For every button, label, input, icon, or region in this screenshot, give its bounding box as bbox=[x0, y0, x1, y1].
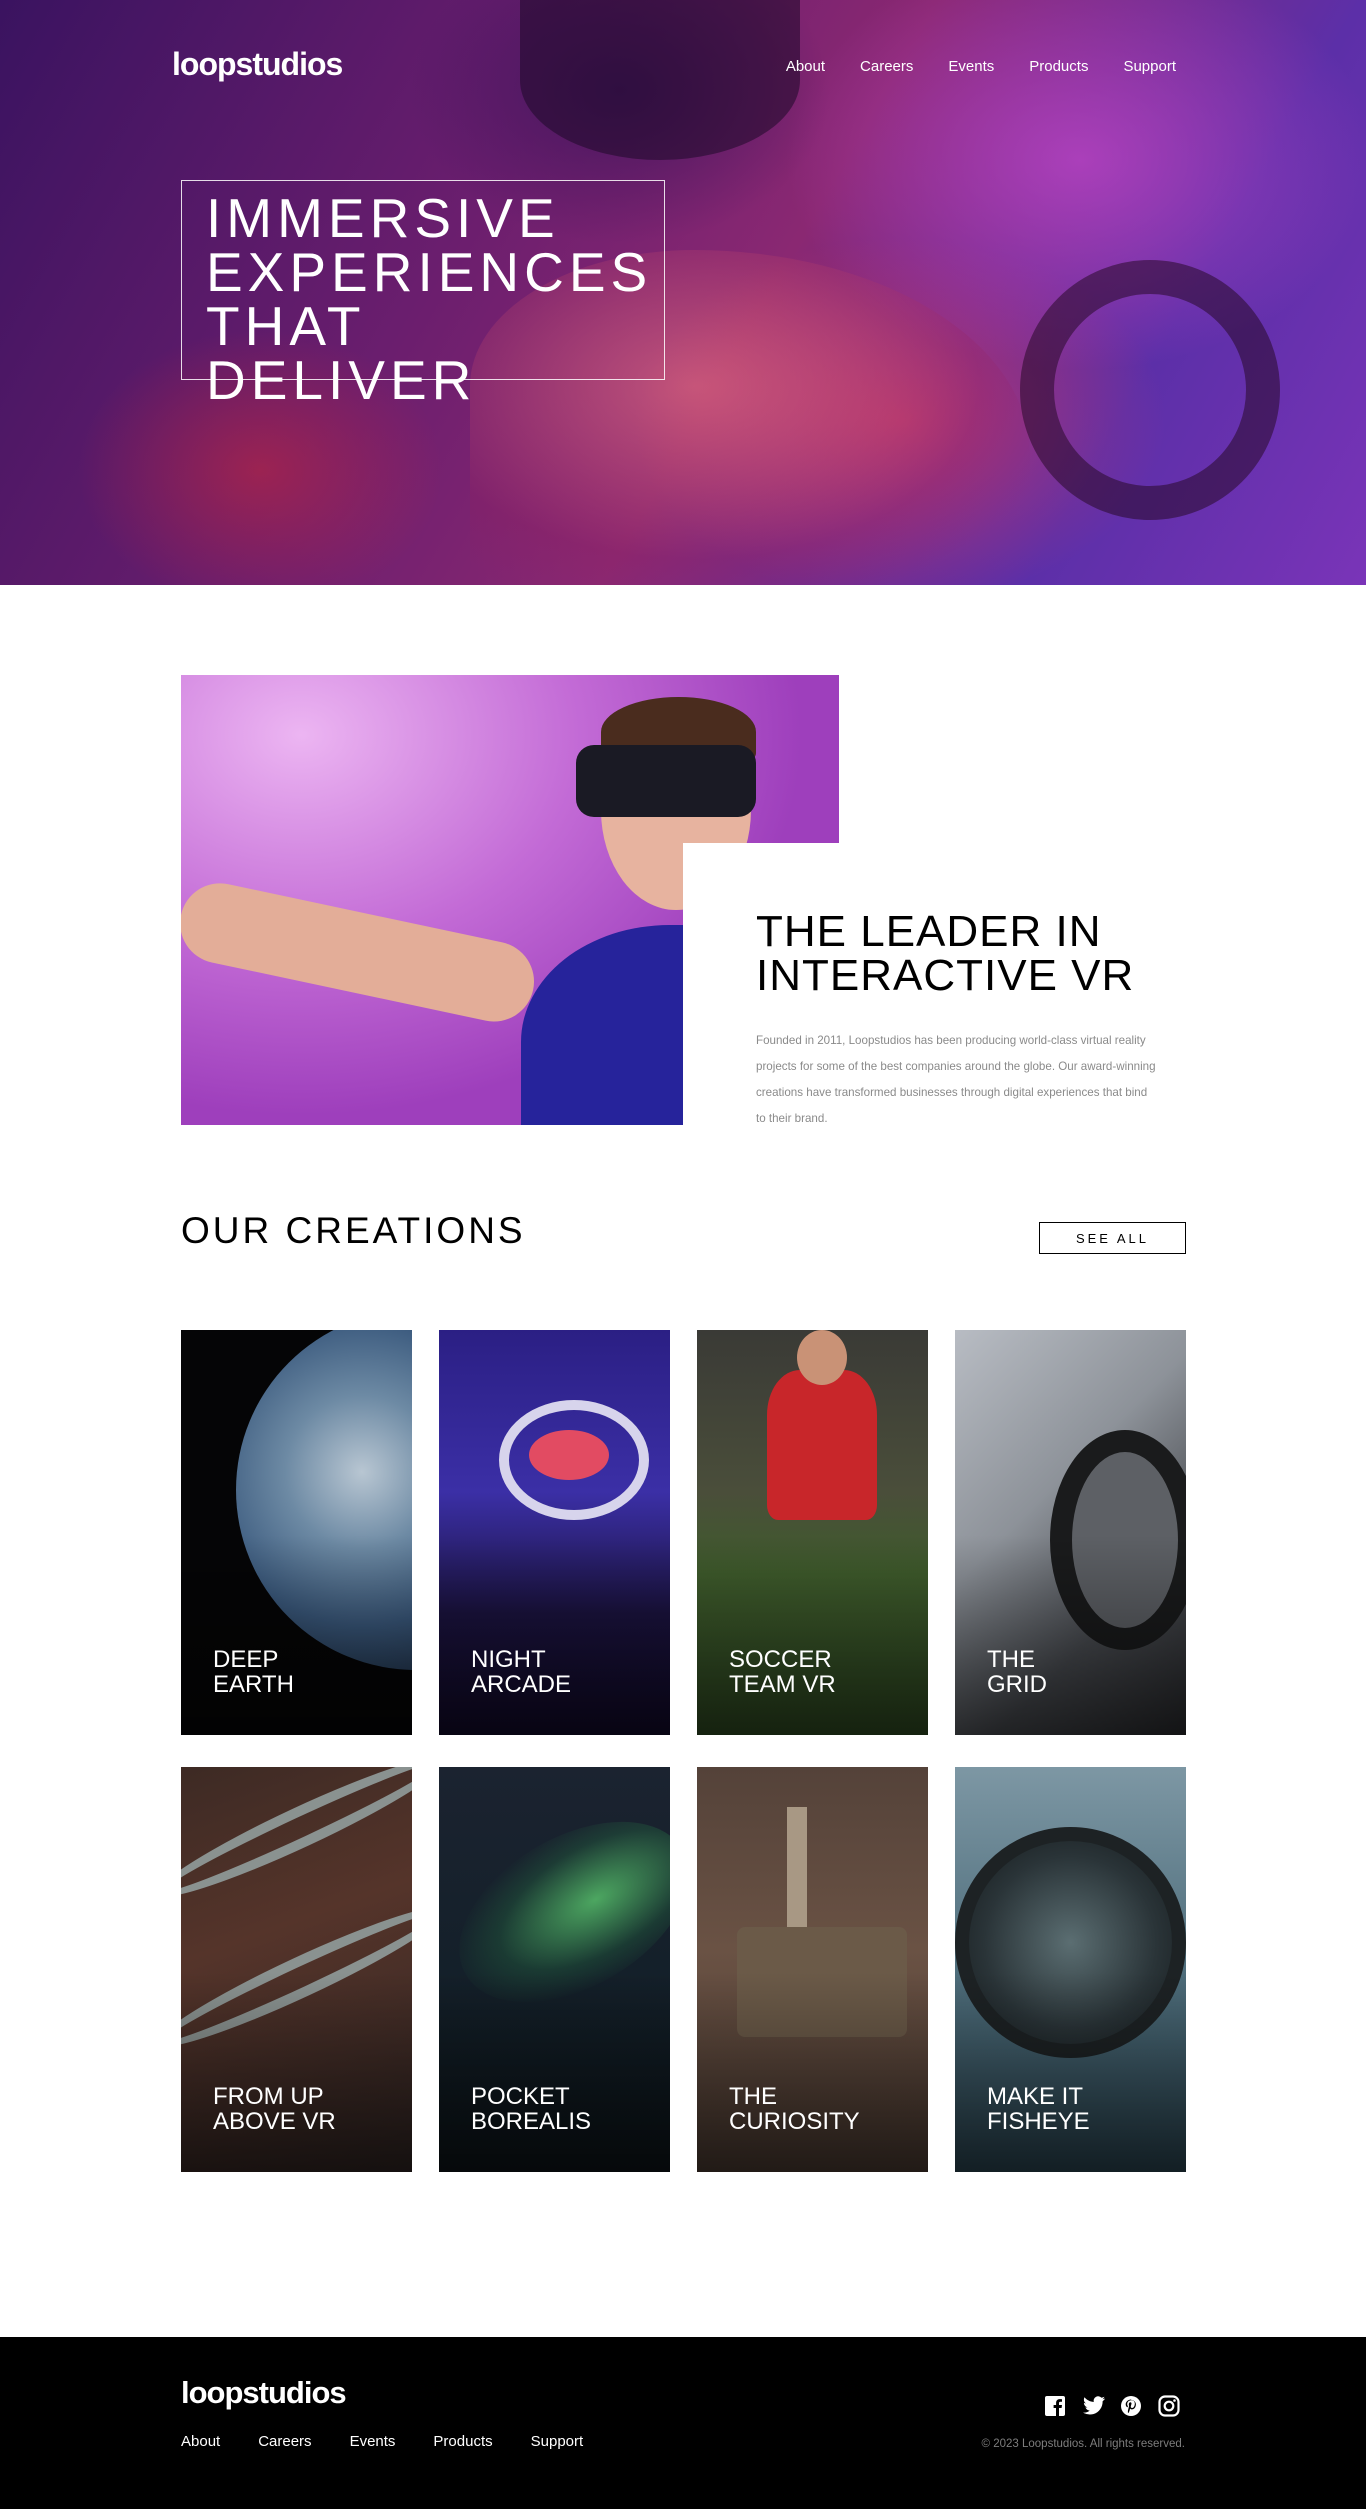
twitter-icon[interactable] bbox=[1082, 2395, 1105, 2417]
card-image bbox=[787, 1807, 807, 1937]
nav-link-about[interactable]: About bbox=[786, 58, 825, 75]
footer-link-careers[interactable]: Careers bbox=[258, 2433, 311, 2450]
footer-link-events[interactable]: Events bbox=[350, 2433, 396, 2450]
pinterest-icon[interactable] bbox=[1120, 2395, 1142, 2417]
hero-section: loopstudios About Careers Events Product… bbox=[0, 0, 1366, 585]
interactive-title-line: THE LEADER IN bbox=[756, 907, 1102, 956]
interactive-title: THE LEADER IN INTERACTIVE VR bbox=[756, 910, 1176, 998]
footer-link-about[interactable]: About bbox=[181, 2433, 220, 2450]
card-image bbox=[181, 1767, 412, 1913]
footer: loopstudios About Careers Events Product… bbox=[0, 2337, 1366, 2509]
creation-card-make-it-fisheye[interactable]: MAKE IT FISHEYE bbox=[955, 1767, 1186, 2172]
footer-logo[interactable]: loopstudios bbox=[181, 2375, 347, 2411]
creation-card-from-up-above-vr[interactable]: FROM UP ABOVE VR bbox=[181, 1767, 412, 2172]
footer-link-products[interactable]: Products bbox=[433, 2433, 492, 2450]
creation-card-the-grid[interactable]: THE GRID bbox=[955, 1330, 1186, 1735]
instagram-icon[interactable] bbox=[1158, 2395, 1180, 2417]
card-image bbox=[767, 1370, 877, 1520]
facebook-icon[interactable] bbox=[1044, 2395, 1066, 2417]
card-title: SOCCER TEAM VR bbox=[729, 1646, 836, 1698]
creations-title: OUR CREATIONS bbox=[181, 1210, 526, 1251]
creation-card-soccer-team-vr[interactable]: SOCCER TEAM VR bbox=[697, 1330, 928, 1735]
nav-link-support[interactable]: Support bbox=[1123, 58, 1176, 75]
card-title: FROM UP ABOVE VR bbox=[213, 2083, 336, 2135]
card-title: THE CURIOSITY bbox=[729, 2083, 860, 2135]
nav-link-events[interactable]: Events bbox=[948, 58, 994, 75]
hero-headline-line: THAT DELIVER bbox=[206, 295, 477, 411]
nav-link-products[interactable]: Products bbox=[1029, 58, 1088, 75]
card-title: MAKE IT FISHEYE bbox=[987, 2083, 1090, 2135]
hero-headline-line: IMMERSIVE bbox=[206, 187, 560, 249]
nav-link-careers[interactable]: Careers bbox=[860, 58, 913, 75]
creation-card-night-arcade[interactable]: NIGHT ARCADE bbox=[439, 1330, 670, 1735]
hero-image-shadow bbox=[520, 0, 800, 160]
hero-image-wheel bbox=[1020, 260, 1280, 520]
creation-card-the-curiosity[interactable]: THE CURIOSITY bbox=[697, 1767, 928, 2172]
hero-headline-box: IMMERSIVE EXPERIENCES THAT DELIVER bbox=[181, 180, 665, 408]
main-nav: About Careers Events Products Support bbox=[786, 58, 1176, 75]
footer-nav: About Careers Events Products Support bbox=[181, 2433, 583, 2450]
creations-grid: DEEP EARTH NIGHT ARCADE SOCCER TEAM VR T… bbox=[181, 1330, 1186, 2172]
card-title: THE GRID bbox=[987, 1646, 1047, 1698]
creation-card-deep-earth[interactable]: DEEP EARTH bbox=[181, 1330, 412, 1735]
interactive-body: Founded in 2011, Loopstudios has been pr… bbox=[756, 1034, 1156, 1125]
creation-card-pocket-borealis[interactable]: POCKET BOREALIS bbox=[439, 1767, 670, 2172]
footer-link-support[interactable]: Support bbox=[531, 2433, 584, 2450]
image-vr-headset bbox=[576, 745, 756, 817]
logo[interactable]: loopstudios bbox=[172, 46, 343, 83]
see-all-button[interactable]: SEE ALL bbox=[1039, 1222, 1186, 1254]
card-title: DEEP EARTH bbox=[213, 1646, 294, 1698]
card-title: POCKET BOREALIS bbox=[471, 2083, 592, 2135]
social-links bbox=[1044, 2395, 1180, 2417]
card-title: NIGHT ARCADE bbox=[471, 1646, 572, 1698]
copyright-text: © 2023 Loopstudios. All rights reserved. bbox=[981, 2438, 1185, 2450]
image-arm bbox=[181, 875, 542, 1029]
hero-headline-line: EXPERIENCES bbox=[206, 241, 653, 303]
interactive-title-line: INTERACTIVE VR bbox=[756, 951, 1135, 1000]
